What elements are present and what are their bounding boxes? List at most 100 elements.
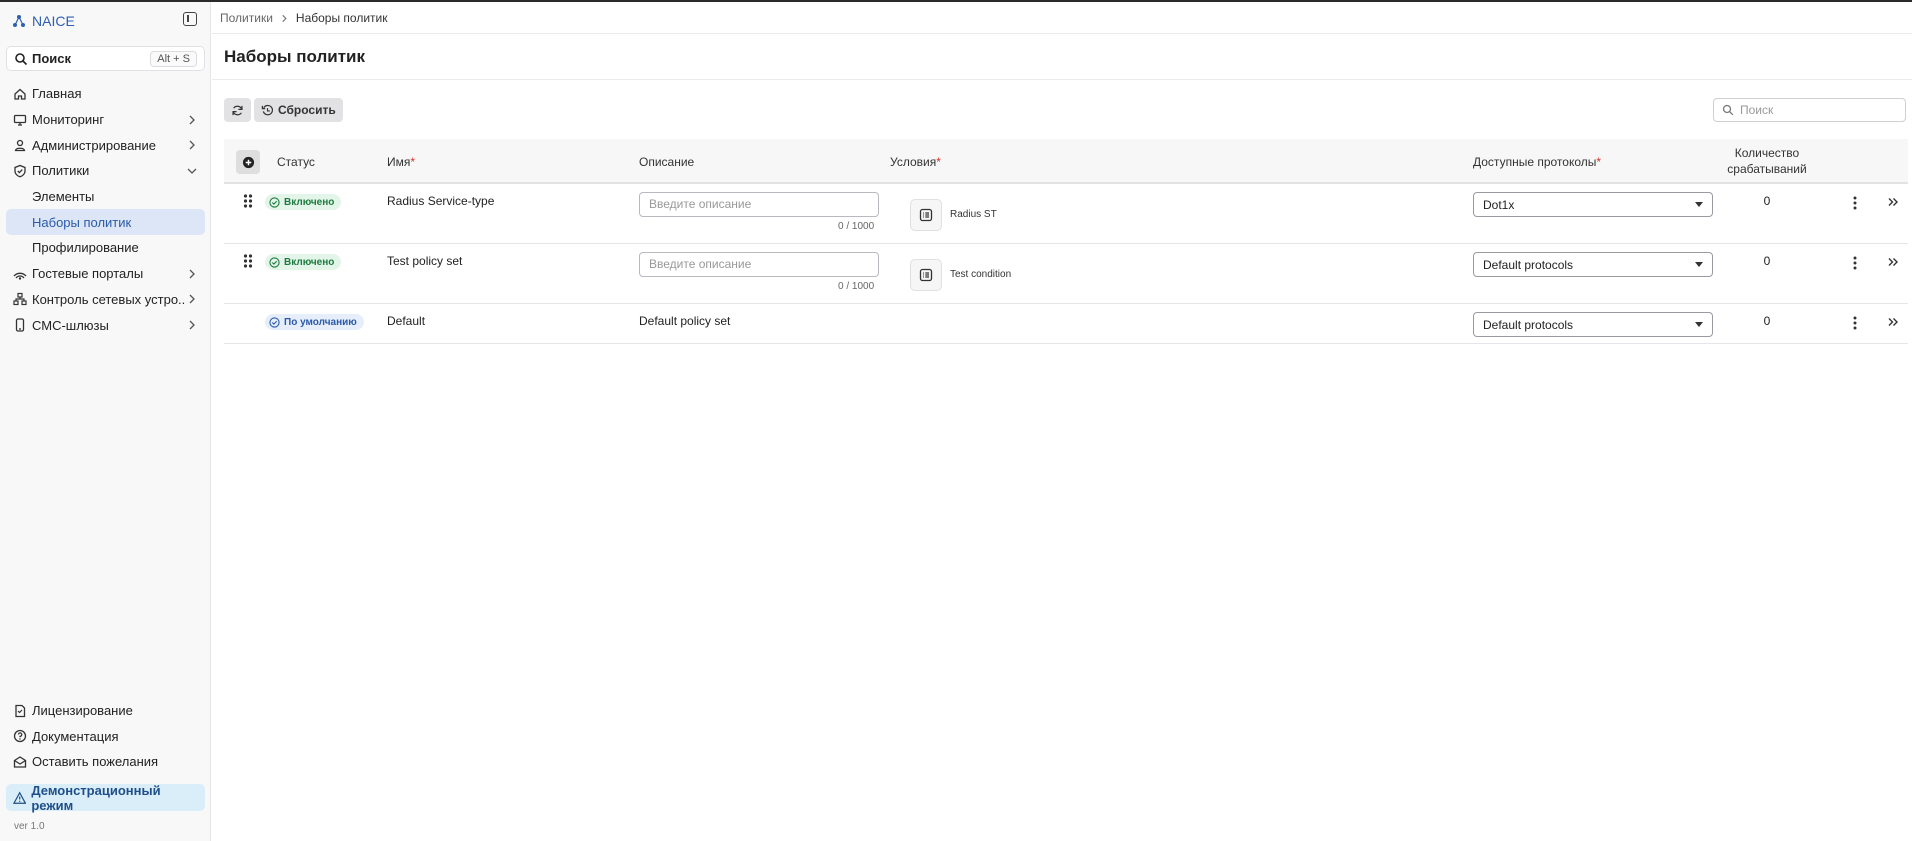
- column-header-conditions[interactable]: Условия*: [890, 155, 941, 169]
- sidebar-item-policies[interactable]: Политики: [6, 158, 205, 184]
- network-icon: [13, 293, 27, 306]
- sidebar-item-monitoring[interactable]: Мониторинг: [6, 107, 205, 133]
- sidebar-item-label: Документация: [32, 728, 119, 744]
- hits-count: 0: [1763, 194, 1771, 208]
- chevrons-right-icon[interactable]: [1887, 256, 1899, 268]
- drag-handle-icon[interactable]: [242, 253, 254, 269]
- condition-button[interactable]: [910, 199, 942, 231]
- column-header-label: Имя: [387, 155, 411, 169]
- required-mark: *: [1596, 155, 1602, 169]
- global-search[interactable]: Поиск Alt + S: [6, 46, 205, 71]
- reset-button[interactable]: Сбросить: [254, 98, 343, 122]
- sidebar-item-home[interactable]: Главная: [6, 81, 205, 107]
- column-header-name[interactable]: Имя*: [387, 155, 415, 169]
- status-badge[interactable]: Включено: [265, 194, 342, 210]
- warning-icon: [13, 790, 27, 804]
- caret-down-icon: [1695, 202, 1703, 207]
- breadcrumb-parent[interactable]: Политики: [220, 11, 273, 25]
- table-row: Включено Radius Service-type 0 / 1000 Ra…: [224, 184, 1908, 244]
- chevron-right-icon: [282, 14, 287, 22]
- table-search-input[interactable]: [1740, 103, 1890, 117]
- policy-set-name[interactable]: Radius Service-type: [387, 194, 494, 208]
- sidebar-item-licensing[interactable]: Лицензирование: [6, 698, 205, 724]
- protocols-select[interactable]: Default protocols: [1473, 252, 1713, 277]
- sidebar-item-feedback[interactable]: Оставить пожелания: [6, 749, 205, 775]
- policy-set-name[interactable]: Test policy set: [387, 254, 462, 268]
- sidebar-bottom-nav: Лицензирование Документация Оставить пож…: [6, 698, 205, 775]
- caret-down-icon: [1695, 322, 1703, 327]
- sidebar-item-network-devices[interactable]: Контроль сетевых устро...: [6, 287, 205, 313]
- chevron-right-icon: [189, 269, 195, 279]
- protocols-value: Default protocols: [1483, 257, 1574, 272]
- char-counter: 0 / 1000: [838, 281, 875, 292]
- column-header-hits[interactable]: Количество срабатываний: [1727, 145, 1807, 177]
- app-brand[interactable]: NAICE: [12, 11, 75, 31]
- sidebar-item-documentation[interactable]: Документация: [6, 724, 205, 750]
- column-header-protocols[interactable]: Доступные протоколы*: [1473, 155, 1601, 169]
- check-circle-icon: [269, 196, 280, 208]
- column-header-label: срабатываний: [1727, 162, 1807, 176]
- app-name: NAICE: [32, 13, 75, 29]
- status-badge: По умолчанию: [265, 314, 364, 330]
- sidebar-item-label: СМС-шлюзы: [32, 317, 109, 333]
- sidebar-item-sms-gateways[interactable]: СМС-шлюзы: [6, 312, 205, 338]
- policy-sets-table: Статус Имя* Описание Условия* Доступные …: [224, 139, 1908, 344]
- protocols-select[interactable]: Dot1x: [1473, 192, 1713, 217]
- add-policy-set-button[interactable]: [236, 150, 260, 174]
- caret-down-icon: [1695, 262, 1703, 267]
- sidebar-item-label: Наборы политик: [32, 214, 132, 230]
- chevrons-right-icon[interactable]: [1887, 316, 1899, 328]
- reset-label: Сбросить: [278, 103, 336, 117]
- wifi-icon: [13, 272, 27, 280]
- sidebar: NAICE Поиск Alt + S Главная Мониторинг А…: [0, 2, 211, 841]
- more-vertical-icon[interactable]: [1849, 195, 1861, 211]
- demo-mode-label: Демонстрационный режим: [31, 782, 161, 813]
- table-toolbar: Сбросить: [224, 98, 343, 122]
- sidebar-item-elements[interactable]: Элементы: [6, 184, 205, 210]
- sidebar-item-label: Профилирование: [32, 240, 139, 256]
- column-header-status[interactable]: Статус: [277, 155, 315, 169]
- more-vertical-icon[interactable]: [1849, 255, 1861, 271]
- list-icon: [919, 208, 933, 222]
- sidebar-item-label: Политики: [32, 163, 90, 179]
- sidebar-item-policy-sets[interactable]: Наборы политик: [6, 209, 205, 236]
- column-header-label: Условия: [890, 155, 937, 169]
- divider: [212, 33, 1912, 34]
- hits-count: 0: [1763, 314, 1771, 328]
- column-header-description[interactable]: Описание: [639, 155, 694, 169]
- description-input[interactable]: [639, 192, 879, 217]
- refresh-button[interactable]: [224, 98, 251, 122]
- check-circle-icon: [269, 256, 280, 268]
- description-input[interactable]: [639, 252, 879, 277]
- sidebar-collapse-icon[interactable]: [183, 12, 197, 26]
- condition-label: Radius ST: [950, 209, 997, 220]
- more-vertical-icon[interactable]: [1849, 315, 1861, 331]
- condition-button[interactable]: [910, 259, 942, 291]
- breadcrumb: Политики Наборы политик: [220, 11, 388, 25]
- status-badge[interactable]: Включено: [265, 254, 342, 270]
- sidebar-item-label: Элементы: [32, 189, 95, 205]
- check-circle-icon: [269, 316, 280, 328]
- chevrons-right-icon[interactable]: [1887, 196, 1899, 208]
- protocols-select[interactable]: Default protocols: [1473, 312, 1713, 337]
- demo-mode-banner[interactable]: Демонстрационный режим: [6, 782, 205, 813]
- search-shortcut: Alt + S: [150, 50, 197, 67]
- divider: [212, 79, 1912, 80]
- status-label: Включено: [284, 256, 335, 268]
- table-row: По умолчанию Default Default policy set …: [224, 304, 1908, 344]
- sidebar-item-profiling[interactable]: Профилирование: [6, 235, 205, 261]
- sidebar-nav: Главная Мониторинг Администрирование Пол…: [6, 81, 205, 338]
- chevron-right-icon: [189, 320, 195, 330]
- license-icon: [15, 704, 26, 717]
- refresh-icon: [232, 105, 243, 115]
- sidebar-item-guest-portals[interactable]: Гостевые порталы: [6, 261, 205, 287]
- sidebar-item-administration[interactable]: Администрирование: [6, 132, 205, 158]
- policy-set-name: Default: [387, 314, 426, 328]
- table-search[interactable]: [1713, 98, 1906, 122]
- app-version: ver 1.0: [14, 821, 45, 832]
- page-title: Наборы политик: [224, 47, 366, 66]
- sidebar-item-label: Мониторинг: [32, 112, 105, 128]
- drag-handle-icon[interactable]: [242, 193, 254, 209]
- sidebar-item-label: Администрирование: [32, 137, 156, 153]
- shield-check-icon: [14, 164, 26, 178]
